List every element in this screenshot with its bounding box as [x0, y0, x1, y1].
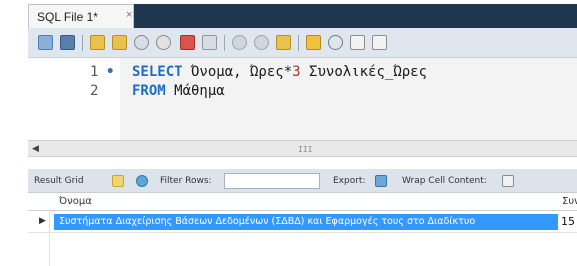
commit-icon[interactable]: [232, 35, 247, 50]
sql-editor-toolbar: [28, 28, 577, 58]
toolbar-separator: [82, 35, 83, 51]
filter-rows-input[interactable]: [224, 173, 320, 189]
wrap-cell-content-label: Wrap Cell Content:: [402, 176, 487, 186]
tab-sql-file[interactable]: SQL File 1* ×: [28, 4, 134, 28]
export-icon[interactable]: [375, 175, 387, 187]
save-icon[interactable]: [60, 35, 75, 50]
autocommit-icon[interactable]: [276, 35, 291, 50]
error-stop-icon[interactable]: [180, 35, 195, 50]
code-line-1: SELECT Όνομα, Ώρες*3 Συνολικές_Ώρες: [132, 64, 427, 80]
execute-selection-icon[interactable]: [112, 35, 127, 50]
close-icon[interactable]: ×: [126, 9, 132, 21]
code-text: Συνολικές_Ώρες: [300, 64, 428, 80]
code-line-2: FROM Μάθημα: [132, 83, 225, 99]
code-area[interactable]: SELECT Όνομα, Ώρες*3 Συνολικές_Ώρες FROM…: [120, 58, 577, 140]
sql-keyword: FROM: [132, 83, 166, 99]
toggle-output-icon[interactable]: [202, 35, 217, 50]
open-file-icon[interactable]: [38, 35, 53, 50]
panel-gap: [28, 157, 577, 169]
line-number-gutter: 1 • 2: [28, 58, 120, 140]
sql-keyword: SELECT: [132, 64, 183, 80]
current-row-icon: ▶: [39, 216, 46, 226]
result-grid-label[interactable]: Result Grid: [34, 176, 84, 186]
line-number: 1: [90, 64, 99, 80]
horizontal-scrollbar[interactable]: ◀ III: [28, 140, 577, 157]
wrap-icon[interactable]: [372, 35, 387, 50]
stop-icon[interactable]: [156, 35, 171, 50]
line-number: 2: [90, 83, 99, 99]
mysql-workbench-window: SQL File 1* × 1 • 2 SELECT Όνομα, Ώρες*3…: [0, 0, 577, 266]
search-icon[interactable]: [328, 35, 343, 50]
refresh-icon[interactable]: [136, 175, 148, 187]
column-header-name[interactable]: Όνομα: [59, 196, 92, 207]
result-grid: Όνομα Συνολ ▶ Συστήματα Διαχείρισης Βάσε…: [28, 193, 577, 266]
cell-total[interactable]: 15: [561, 215, 575, 228]
sql-editor[interactable]: 1 • 2 SELECT Όνομα, Ώρες*3 Συνολικές_Ώρε…: [28, 58, 577, 140]
toolbar-separator: [298, 35, 299, 51]
cell-name[interactable]: Συστήματα Διαχείρισης Βάσεων Δεδομένων (…: [54, 214, 558, 230]
tab-title: SQL File 1*: [37, 10, 98, 24]
scrollbar-grip[interactable]: III: [298, 145, 312, 154]
rollback-icon[interactable]: [254, 35, 269, 50]
beautify-icon[interactable]: [306, 35, 321, 50]
invisible-chars-icon[interactable]: [350, 35, 365, 50]
toolbar-separator: [224, 35, 225, 51]
statement-marker: •: [106, 64, 115, 80]
scroll-left-icon[interactable]: ◀: [32, 144, 39, 154]
table-row[interactable]: ▶ Συστήματα Διαχείρισης Βάσεων Δεδομένων…: [28, 211, 577, 233]
code-text: Μάθημα: [165, 83, 225, 99]
code-text: Όνομα, Ώρες: [182, 64, 284, 80]
filter-rows-label: Filter Rows:: [160, 176, 212, 186]
result-toolbar: Result Grid Filter Rows: Export: Wrap Ce…: [28, 169, 577, 193]
export-label: Export:: [333, 176, 366, 186]
column-header-total[interactable]: Συνολ: [562, 196, 577, 207]
code-number: 3: [292, 64, 301, 80]
grid-header: Όνομα Συνολ: [28, 193, 577, 211]
grid-view-icon[interactable]: [112, 175, 124, 187]
execute-icon[interactable]: [90, 35, 105, 50]
code-operator: *: [283, 64, 293, 80]
find-icon[interactable]: [134, 35, 149, 50]
wrap-cell-toggle-icon[interactable]: [502, 175, 514, 187]
